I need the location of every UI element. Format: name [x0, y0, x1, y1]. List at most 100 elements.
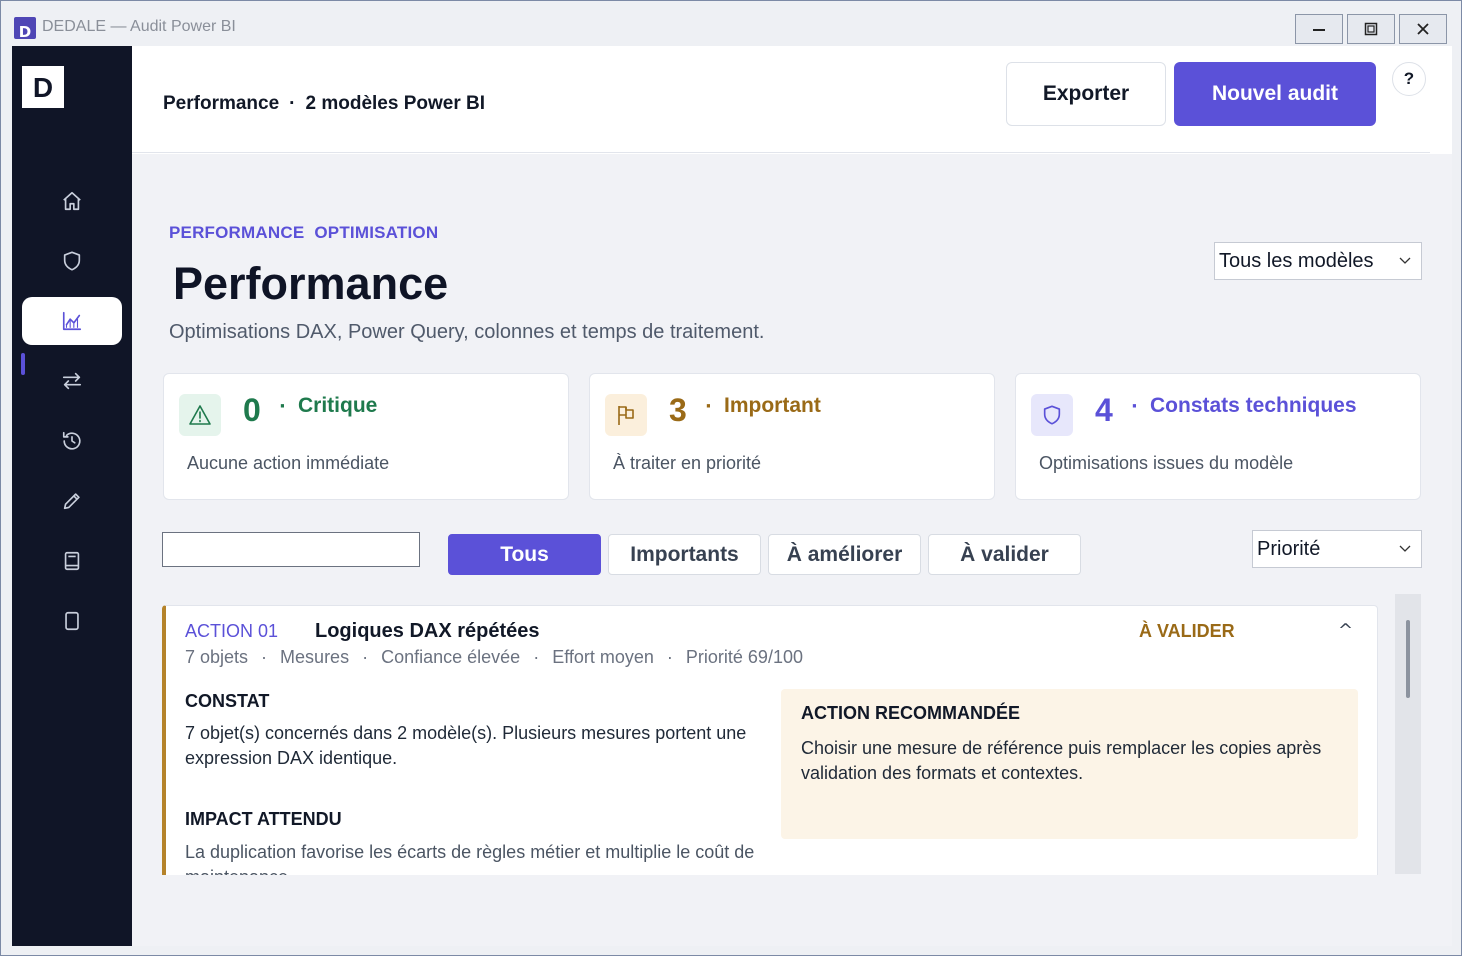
- scrollbar-track[interactable]: [1395, 594, 1421, 874]
- action-meta: 7 objets · Mesures · Confiance élevée · Effort…: [185, 647, 803, 668]
- main-content: Performance · 2 modèles Power BI Exporter …: [132, 46, 1452, 946]
- sidebar-item-documentation[interactable]: [22, 537, 122, 585]
- flag-icon: [618, 406, 634, 425]
- sidebar-item-performance[interactable]: [22, 297, 122, 345]
- sort-select[interactable]: Priorité: [1252, 530, 1422, 568]
- recommendation-box: ACTION RECOMMANDÉE Choisir une mesure de…: [781, 689, 1358, 839]
- pencil-icon: [63, 493, 80, 510]
- sidebar-item-report[interactable]: [22, 597, 122, 645]
- shield-icon: [63, 251, 81, 271]
- stat-card-technical[interactable]: 4 · Constats techniques Optimisations is…: [1015, 373, 1421, 500]
- export-button[interactable]: Exporter: [1006, 62, 1166, 126]
- action-title: Logiques DAX répétées: [315, 620, 540, 642]
- meta-separator: ·: [533, 647, 540, 667]
- filter-chip-all[interactable]: Tous: [448, 534, 601, 575]
- status-badge: À VALIDER: [1139, 621, 1235, 641]
- filter-chip-important[interactable]: Importants: [608, 534, 761, 575]
- meta-separator: ·: [666, 647, 673, 667]
- eyebrow-tag-performance: PERFORMANCE: [169, 223, 305, 242]
- sidebar-item-edit[interactable]: [22, 477, 122, 525]
- page-title: Performance: [173, 258, 449, 309]
- breadcrumb: Performance · 2 modèles Power BI: [163, 93, 485, 115]
- help-button[interactable]: ?: [1392, 62, 1426, 96]
- maximize-button[interactable]: [1347, 14, 1395, 44]
- breadcrumb-detail: 2 modèles Power BI: [305, 93, 486, 114]
- swap-arrows-icon: [62, 372, 82, 390]
- sidebar-item-transfer[interactable]: [22, 357, 122, 405]
- stat-description: À traiter en priorité: [613, 453, 762, 473]
- action-code: ACTION 01: [185, 621, 279, 641]
- meta-separator: ·: [362, 647, 369, 667]
- stat-label: Important: [724, 394, 821, 417]
- history-icon: [62, 431, 81, 450]
- shield-icon: [1043, 405, 1061, 425]
- title-bar: D DEDALE — Audit Power BI: [1, 1, 1461, 45]
- stat-card-important[interactable]: 3 · Important À traiter en priorité: [589, 373, 995, 500]
- action-list: ACTION 01 Logiques DAX répétées À VALIDE…: [162, 605, 1378, 875]
- close-icon: [1417, 23, 1429, 35]
- top-bar: Performance · 2 modèles Power BI Exporter …: [132, 46, 1452, 154]
- app-window: D DEDALE — Audit Power BI D Performance …: [0, 0, 1462, 956]
- new-audit-button[interactable]: Nouvel audit: [1174, 62, 1376, 126]
- constat-heading: CONSTAT: [185, 691, 270, 711]
- search-input[interactable]: [162, 532, 420, 567]
- breadcrumb-section: Performance: [163, 93, 280, 114]
- stat-card-critique[interactable]: 0 · Critique Aucune action immédiate: [163, 373, 569, 500]
- app-icon: D: [14, 17, 36, 39]
- warning-icon: [189, 405, 211, 425]
- stat-icon-box: [1031, 394, 1073, 436]
- meta-priority: Priorité 69/100: [685, 647, 803, 667]
- meta-effort: Effort moyen: [552, 647, 654, 667]
- stat-dot: ·: [279, 396, 286, 417]
- stat-description: Optimisations issues du modèle: [1039, 453, 1294, 473]
- stat-dot: ·: [705, 396, 712, 417]
- stat-count: 0: [243, 392, 261, 428]
- stat-icon-box: [179, 394, 221, 436]
- meta-confidence: Confiance élevée: [381, 647, 521, 667]
- collapse-toggle[interactable]: ^: [1338, 620, 1353, 641]
- filter-chip-validate[interactable]: À valider: [928, 534, 1081, 575]
- sort-select-value: Priorité: [1257, 537, 1321, 560]
- meta-separator: ·: [261, 647, 268, 667]
- sidebar-item-home[interactable]: [22, 177, 122, 225]
- filter-chip-improve[interactable]: À améliorer: [768, 534, 921, 575]
- sidebar-item-history[interactable]: [22, 417, 122, 465]
- chart-icon: [62, 311, 82, 331]
- impact-heading: IMPACT ATTENDU: [185, 809, 342, 829]
- stat-icon-box: [605, 394, 647, 436]
- app-logo[interactable]: D: [22, 66, 64, 108]
- stat-dot: ·: [1131, 396, 1138, 417]
- stat-count: 3: [669, 392, 687, 428]
- meta-type: Mesures: [280, 647, 350, 667]
- minimize-button[interactable]: [1295, 14, 1343, 44]
- scrollbar-thumb[interactable]: [1406, 620, 1410, 698]
- book-icon: [64, 551, 80, 571]
- stat-label: Critique: [298, 394, 378, 417]
- chevron-down-icon: [1399, 545, 1411, 552]
- page-subtitle: Optimisations DAX, Power Query, colonnes…: [169, 321, 765, 343]
- window-title: DEDALE — Audit Power BI: [42, 18, 236, 35]
- sidebar-item-security[interactable]: [22, 237, 122, 285]
- minimize-icon: [1313, 29, 1325, 31]
- stat-description: Aucune action immédiate: [187, 453, 390, 473]
- close-button[interactable]: [1399, 14, 1447, 44]
- meta-objects: 7 objets: [185, 647, 249, 667]
- model-select[interactable]: Tous les modèles: [1214, 242, 1422, 280]
- chevron-down-icon: [1399, 257, 1411, 264]
- eyebrow-tag-optimisation: OPTIMISATION: [314, 223, 439, 242]
- action-card[interactable]: ACTION 01 Logiques DAX répétées À VALIDE…: [162, 605, 1378, 875]
- breadcrumb-separator: ·: [289, 93, 296, 114]
- sidebar: D: [12, 46, 132, 946]
- recommendation-heading: ACTION RECOMMANDÉE: [801, 703, 1020, 723]
- model-select-value: Tous les modèles: [1219, 249, 1374, 272]
- recommendation-text: Choisir une mesure de référence puis rem…: [801, 738, 1322, 783]
- constat-text: 7 objet(s) concernés dans 2 modèle(s). P…: [185, 723, 747, 768]
- document-icon: [65, 611, 79, 631]
- header-divider: [132, 152, 1430, 153]
- impact-text: La duplication favorise les écarts de rè…: [185, 842, 755, 875]
- stat-count: 4: [1095, 392, 1113, 428]
- page-eyebrow: PERFORMANCE OPTIMISATION: [169, 223, 438, 243]
- maximize-icon: [1364, 22, 1378, 36]
- home-icon: [63, 191, 81, 211]
- stat-label: Constats techniques: [1150, 394, 1357, 417]
